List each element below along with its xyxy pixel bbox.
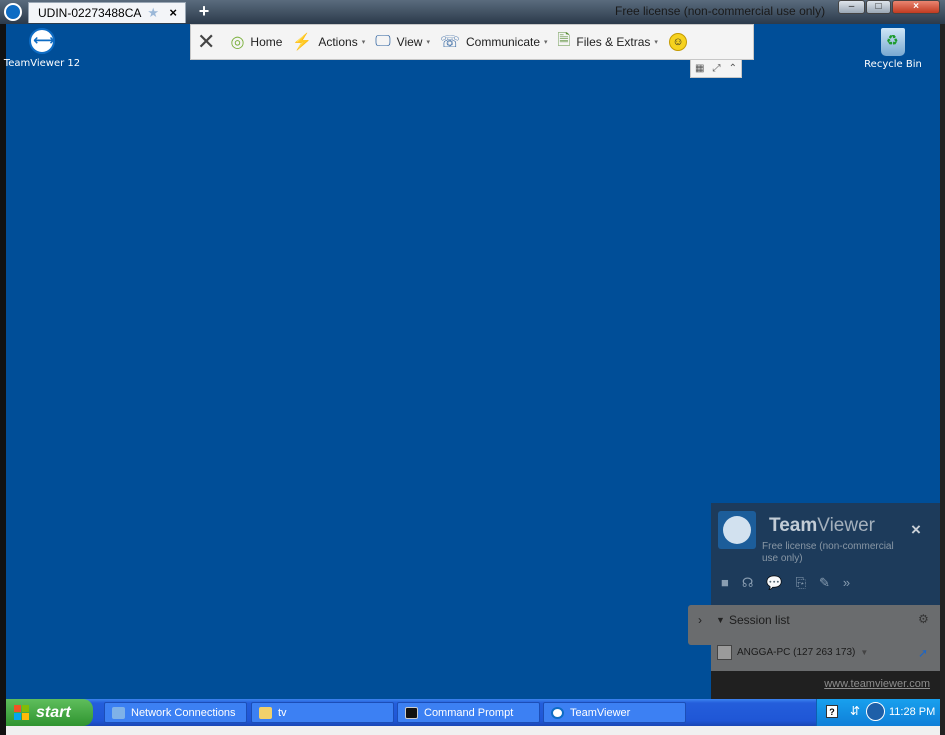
communicate-label: Communicate	[465, 35, 541, 49]
brand-viewer: Viewer	[817, 515, 875, 536]
website-link[interactable]: www.teamviewer.com	[824, 678, 930, 690]
home-icon: ◎	[230, 34, 245, 51]
files-extras-menu[interactable]: 🗎 Files & Extras ▾	[553, 25, 663, 59]
session-list-item[interactable]: ANGGA-PC (127 263 173) ▼	[717, 645, 868, 660]
collapse-toolbar-icon[interactable]: ⌃	[729, 63, 737, 74]
monitor-icon: 🖵	[375, 33, 391, 50]
task-label: Network Connections	[131, 706, 236, 719]
teamviewer-app-icon	[4, 3, 22, 21]
desktop-icon-teamviewer[interactable]: TeamViewer 12	[2, 28, 82, 69]
panel-license-text: Free license (non-commercial use only)	[762, 541, 894, 564]
remote-control-toolbar: ✕ ◎ Home ⚡ Actions ▾ 🖵 View ▾ ☏ Communic…	[190, 24, 754, 60]
fullscreen-icon[interactable]: ⤢	[713, 63, 721, 74]
teamviewer-icon	[29, 28, 55, 54]
network-icon	[112, 706, 125, 719]
more-icon[interactable]: »	[843, 575, 850, 591]
task-command-prompt[interactable]: Command Prompt	[397, 702, 540, 723]
desktop-icon-label: TeamViewer 12	[3, 58, 81, 69]
triangle-down-icon[interactable]: ▼	[716, 615, 725, 625]
user-avatar-icon	[717, 645, 732, 660]
window-titlebar: UDIN-02273488CA ★ × + Free license (non-…	[0, 0, 945, 24]
end-session-button[interactable]: ✕	[191, 25, 225, 59]
view-label: View	[396, 35, 423, 49]
teamviewer-panel: TeamViewer Free license (non-commercial …	[711, 503, 940, 699]
chevron-down-icon: ▾	[544, 39, 548, 46]
close-icon: ✕	[197, 29, 216, 54]
start-label: start	[36, 703, 71, 721]
actions-label: Actions	[318, 35, 358, 49]
teamviewer-tray-icon[interactable]	[866, 702, 885, 721]
teamviewer-logo-icon	[718, 511, 756, 549]
window-bottom-edge	[6, 726, 940, 735]
console-icon	[405, 706, 418, 719]
session-list-title: Session list	[729, 613, 790, 627]
clock[interactable]: 11:28 PM	[889, 706, 935, 718]
files-extras-label: Files & Extras	[576, 35, 651, 49]
desktop-icon-recycle-bin[interactable]: Recycle Bin	[853, 28, 933, 70]
maximize-button[interactable]: □	[866, 0, 891, 14]
folder-icon	[259, 706, 272, 719]
chevron-down-icon: ▾	[426, 39, 430, 46]
lightning-icon: ⚡	[292, 34, 313, 51]
panel-close-button[interactable]: ×	[911, 520, 921, 540]
tab-close-icon[interactable]: ×	[169, 5, 177, 20]
task-folder-tv[interactable]: tv	[251, 702, 394, 723]
chat-phone-icon: ☏	[439, 34, 460, 51]
session-list: ▼ Session list ⚙ ANGGA-PC (127 263 173) …	[711, 605, 940, 671]
chat-icon[interactable]: 💬	[766, 575, 782, 591]
system-tray: ? ⇵ 11:28 PM	[816, 699, 940, 726]
teamviewer-brand: TeamViewer	[769, 515, 875, 537]
window-close-button[interactable]: ×	[892, 0, 940, 14]
session-tab[interactable]: UDIN-02273488CA ★ ×	[28, 2, 186, 23]
home-menu[interactable]: ◎ Home	[225, 25, 287, 59]
favorite-star-icon[interactable]: ★	[147, 5, 159, 21]
home-label: Home	[250, 35, 283, 49]
chevron-down-icon: ▾	[654, 39, 658, 46]
gear-icon[interactable]: ⚙	[918, 612, 929, 626]
teamviewer-icon	[551, 706, 564, 719]
desktop-icon-label: Recycle Bin	[864, 59, 922, 70]
start-button[interactable]: start	[6, 699, 93, 726]
license-notice: Free license (non-commercial use only)	[615, 4, 826, 18]
headset-icon[interactable]: ☊	[742, 575, 754, 591]
minimize-button[interactable]: ‒	[838, 0, 865, 14]
task-label: Command Prompt	[424, 706, 514, 719]
help-icon[interactable]: ?	[826, 705, 838, 718]
actions-menu[interactable]: ⚡ Actions ▾	[287, 25, 370, 59]
panel-tools: ■ ☊ 💬 ⎘ ✎ »	[721, 575, 850, 591]
new-tab-button[interactable]: +	[194, 1, 214, 21]
toolbar-mini-controls: ▦ ⤢ ⌃	[690, 60, 742, 78]
file-puzzle-icon: 🗎	[557, 31, 571, 49]
chevron-down-icon: ▾	[361, 39, 366, 46]
feedback-smiley-icon[interactable]: ☺	[668, 33, 687, 51]
teamviewer-panel-header: TeamViewer Free license (non-commercial …	[711, 503, 940, 605]
task-label: TeamViewer	[570, 706, 631, 719]
view-menu[interactable]: 🖵 View ▾	[370, 25, 435, 59]
grid-icon[interactable]: ▦	[695, 63, 704, 74]
panel-collapse-handle[interactable]: ›	[688, 605, 712, 645]
recycle-bin-icon	[881, 28, 905, 56]
whiteboard-icon[interactable]: ✎	[819, 575, 830, 591]
video-icon[interactable]: ■	[721, 575, 729, 591]
brand-team: Team	[769, 515, 818, 536]
chevron-down-icon[interactable]: ▼	[860, 648, 868, 657]
network-tray-icon[interactable]: ⇵	[850, 704, 860, 718]
task-label: tv	[278, 706, 287, 719]
task-network-connections[interactable]: Network Connections	[104, 702, 247, 723]
cursor-icon: ➚	[918, 646, 929, 660]
window-frame-right	[940, 24, 945, 735]
session-item-label: ANGGA-PC (127 263 173)	[737, 647, 856, 658]
session-tab-title: UDIN-02273488CA	[38, 6, 142, 20]
file-box-icon[interactable]: ⎘	[796, 575, 806, 591]
taskbar: start Network Connections tv Command Pro…	[6, 699, 940, 726]
panel-footer: www.teamviewer.com	[711, 671, 940, 699]
task-teamviewer[interactable]: TeamViewer	[543, 702, 686, 723]
windows-logo-icon	[14, 704, 30, 721]
communicate-menu[interactable]: ☏ Communicate ▾	[435, 25, 553, 59]
